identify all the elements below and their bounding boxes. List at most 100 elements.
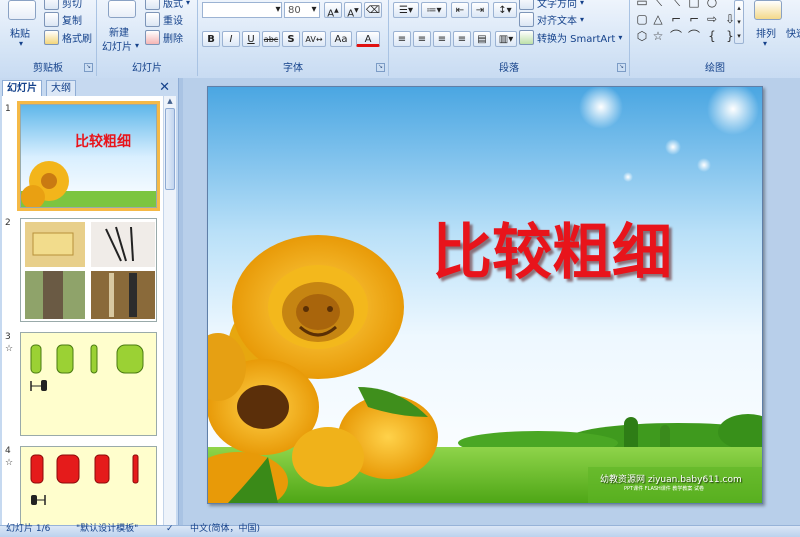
- slide-2-preview: [21, 219, 156, 321]
- watermark-subtitle: PPT课件 FLASH课件 教学教案 试卷: [624, 486, 704, 492]
- paragraph-launcher-icon[interactable]: ↘: [617, 63, 626, 72]
- reset-button[interactable]: 重设: [145, 12, 183, 27]
- font-name-dropdown[interactable]: ▾: [272, 2, 284, 18]
- clipboard-label: 剪贴板: [33, 63, 63, 74]
- thumbnail-list: 1 比较粗细 2 3 ☆ 4 ☆ ▲: [2, 96, 176, 525]
- slide-title[interactable]: 比较粗细: [432, 217, 672, 289]
- animation-star-icon: ☆: [5, 458, 14, 468]
- star-shape-icon[interactable]: ☆: [652, 30, 664, 42]
- slide-4-preview: [21, 447, 156, 525]
- distribute-button[interactable]: ▤: [473, 31, 491, 47]
- new-slide-button[interactable]: 新建: [109, 24, 129, 39]
- slide-3-preview: [21, 333, 156, 435]
- align-left-button[interactable]: ≡: [393, 31, 411, 47]
- paste-icon[interactable]: [8, 0, 36, 20]
- shadow-button[interactable]: S: [282, 31, 300, 47]
- italic-button[interactable]: I: [222, 31, 240, 47]
- arc-shape-icon[interactable]: ⌒: [688, 30, 700, 42]
- clipboard-launcher-icon[interactable]: ↘: [84, 63, 93, 72]
- slide-thumbnail-3[interactable]: [20, 332, 157, 436]
- copy-button[interactable]: 复制: [44, 12, 82, 27]
- bullets-button[interactable]: ☰▾: [393, 2, 419, 18]
- grow-font-button[interactable]: A▲: [324, 2, 342, 19]
- triangle-shape-icon[interactable]: △: [652, 13, 664, 25]
- format-painter-button[interactable]: 格式刷: [44, 30, 92, 45]
- arrange-icon[interactable]: [754, 0, 782, 20]
- char-spacing-button[interactable]: AV↔: [302, 31, 326, 47]
- justify-button[interactable]: ≡: [453, 31, 471, 47]
- text-direction-button[interactable]: 文字方向 ▾: [519, 0, 584, 10]
- main-slide[interactable]: 比较粗细 幼教资源网 ziyuan.baby611.com PPT课件 FLAS…: [207, 86, 763, 504]
- left-brace-shape-icon[interactable]: {: [706, 30, 718, 42]
- scissors-icon: [44, 0, 59, 10]
- arrange-dropdown[interactable]: ▾: [763, 39, 767, 48]
- increase-indent-button[interactable]: ⇥: [471, 2, 489, 18]
- layout-icon: [145, 0, 160, 10]
- smartart-button[interactable]: 转换为 SmartArt ▾: [519, 30, 622, 45]
- align-right-button[interactable]: ≡: [433, 31, 451, 47]
- change-case-button[interactable]: Aa: [330, 31, 352, 47]
- line-shape-icon[interactable]: ⟍: [652, 0, 664, 8]
- copy-icon: [44, 12, 59, 27]
- new-slide-dropdown[interactable]: 幻灯片 ▾: [102, 38, 139, 53]
- slide-thumbnail-2[interactable]: [20, 218, 157, 322]
- shapes-gallery-scroll[interactable]: ▴ ▾ ▾: [734, 0, 744, 44]
- align-center-button[interactable]: ≡: [413, 31, 431, 47]
- paragraph-label: 段落: [499, 63, 519, 74]
- thumbnail-scrollbar[interactable]: ▲: [163, 96, 176, 525]
- paragraph-group: ☰▾ ≔▾ ⇤ ⇥ ↕▾ 文字方向 ▾ 对齐文本 ▾ ≡ ≡ ≡ ≡ ▤ ▥▾ 转换…: [389, 0, 630, 76]
- close-pane-icon[interactable]: ✕: [159, 80, 170, 95]
- clear-format-button[interactable]: ⌫: [364, 2, 382, 18]
- bold-button[interactable]: B: [202, 31, 220, 47]
- reset-icon: [145, 12, 160, 27]
- spellcheck-icon[interactable]: ✓: [166, 524, 174, 535]
- numbering-button[interactable]: ≔▾: [421, 2, 447, 18]
- arrow-line-shape-icon[interactable]: ⟍: [670, 0, 682, 8]
- hexagon-shape-icon[interactable]: ⬡: [636, 30, 648, 42]
- strikethrough-button[interactable]: abc: [262, 31, 280, 47]
- paste-dropdown[interactable]: ▾: [19, 39, 23, 48]
- slide-number: 4: [5, 446, 11, 456]
- elbow-connector-shape-icon[interactable]: ⌐: [670, 13, 682, 25]
- delete-button[interactable]: 删除: [145, 30, 183, 45]
- cut-button[interactable]: 剪切: [44, 0, 82, 10]
- line-spacing-button[interactable]: ↕▾: [493, 2, 517, 18]
- rectangle-shape-icon[interactable]: ▭: [636, 0, 648, 8]
- tab-outline[interactable]: 大纲: [46, 80, 76, 96]
- layout-button[interactable]: 版式 ▾: [145, 0, 190, 10]
- pane-tabs: 幻灯片 大纲 ✕: [2, 80, 176, 96]
- font-size-dropdown[interactable]: ▾: [308, 2, 320, 18]
- shrink-font-button[interactable]: A▼: [344, 2, 362, 19]
- slide-count: 幻灯片 1/6: [6, 524, 51, 534]
- rounded-rect-shape-icon[interactable]: ▢: [636, 13, 648, 25]
- square-shape-icon[interactable]: □: [688, 0, 700, 8]
- font-color-button[interactable]: A: [356, 31, 380, 47]
- new-slide-icon[interactable]: [108, 0, 136, 18]
- font-launcher-icon[interactable]: ↘: [376, 63, 385, 72]
- status-bar: 幻灯片 1/6 "默认设计模板" ✓ 中文(简体，中国): [0, 524, 800, 537]
- slide-number: 2: [5, 218, 11, 228]
- language[interactable]: 中文(简体，中国): [190, 524, 260, 535]
- quick-styles-button[interactable]: 快速: [786, 25, 800, 40]
- arrange-button[interactable]: 排列: [756, 25, 776, 40]
- tab-slides[interactable]: 幻灯片: [2, 80, 42, 96]
- align-text-button[interactable]: 对齐文本 ▾: [519, 12, 584, 27]
- underline-button[interactable]: U: [242, 31, 260, 47]
- curve-shape-icon[interactable]: ⌒: [670, 30, 682, 42]
- slide-thumbnail-4[interactable]: [20, 446, 157, 525]
- brush-icon: [44, 30, 59, 45]
- animation-star-icon: ☆: [5, 344, 14, 354]
- right-arrow-shape-icon[interactable]: ⇨: [706, 13, 718, 25]
- editor-scrollbar[interactable]: [179, 78, 183, 525]
- columns-button[interactable]: ▥▾: [495, 31, 517, 47]
- elbow-arrow-shape-icon[interactable]: ⌐: [688, 13, 700, 25]
- scroll-thumb[interactable]: [165, 108, 175, 190]
- slide-number: 1: [5, 104, 11, 114]
- oval-shape-icon[interactable]: ○: [706, 0, 718, 8]
- slide-thumbnail-1[interactable]: 比较粗细: [17, 101, 160, 211]
- decrease-indent-button[interactable]: ⇤: [451, 2, 469, 18]
- font-name-field[interactable]: [202, 2, 282, 18]
- scroll-up-arrow-icon[interactable]: ▲: [164, 96, 176, 106]
- paste-button[interactable]: 粘贴: [10, 25, 30, 40]
- slide-background: [208, 87, 762, 503]
